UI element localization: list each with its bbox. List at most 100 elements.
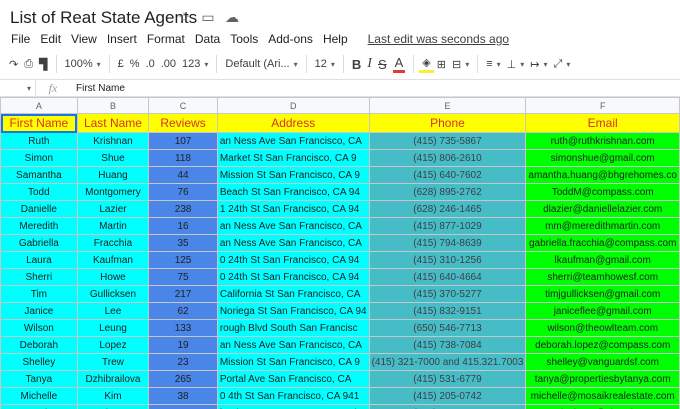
cell-last-name[interactable]: Martin [76,217,150,235]
cell-reviews[interactable]: 35 [148,234,218,252]
cell-email[interactable]: lkaufman@gmail.com [525,251,680,269]
column-header-e[interactable]: E [368,97,527,114]
cell-phone[interactable]: (415) 640-7602 [368,166,527,184]
cell-last-name[interactable]: Howe [76,268,150,286]
cell-reviews[interactable]: 76 [148,183,218,201]
cell-phone[interactable]: (415) 531-6779 [368,370,527,388]
cell-first-name[interactable]: Simon [0,149,78,167]
cell-first-name[interactable]: Todd [0,183,78,201]
cell-reviews[interactable]: 125 [148,251,218,269]
fill-color-icon[interactable]: ◈ [419,56,434,73]
cell-last-name[interactable]: Kim [76,387,150,405]
cell-reviews[interactable]: 107 [148,132,218,150]
cell-address[interactable]: Noriega St San Francisco, CA 94 [216,302,370,320]
cell-phone[interactable]: (415) 806-2610 [368,149,527,167]
cell-phone[interactable]: (415) 640-4664 [368,268,527,286]
column-header-f[interactable]: F [525,97,680,114]
menu-data[interactable]: Data [190,32,225,46]
cell-address[interactable]: an Ness Ave San Francisco, CA [216,217,370,235]
cell-first-name[interactable]: Mark [0,404,78,409]
cell-address[interactable]: Mission St San Francisco, CA 9 [216,353,370,371]
font-select[interactable]: Default (Ari... [222,54,300,74]
cell-phone[interactable]: (628) 895-2762 [368,183,527,201]
cell-reviews[interactable]: 133 [148,319,218,337]
cell-first-name[interactable]: Tanya [0,370,78,388]
cell-phone[interactable]: (415) 794-8639 [368,234,527,252]
cell-email[interactable]: deborah.lopez@compass.com [525,336,680,354]
percent-button[interactable]: % [127,54,143,74]
cell-reviews[interactable]: 38 [148,387,218,405]
cell-email[interactable]: tanya@propertiesbytanya.com [525,370,680,388]
header-cell-first-name[interactable]: First Name [0,113,78,133]
cell-address[interactable]: rough Blvd South San Francisc [216,319,370,337]
cell-address[interactable]: 0 24th St San Francisco, CA 94 [216,251,370,269]
align-horizontal-icon[interactable]: ≡ [483,54,503,74]
cell-email[interactable]: shelley@vanguardsf.com [525,353,680,371]
cell-first-name[interactable]: Tim [0,285,78,303]
italic-button[interactable]: I [364,54,375,74]
cell-last-name[interactable]: Lopez [76,336,150,354]
cell-reviews[interactable]: 265 [148,370,218,388]
cell-email[interactable]: michelle@mosaikrealestate.com [525,387,680,405]
menu-insert[interactable]: Insert [102,32,142,46]
font-size-select[interactable]: 12 [312,54,338,74]
print-icon[interactable]: ⎙ [21,54,36,74]
cell-first-name[interactable]: Ruth [0,132,78,150]
cell-phone[interactable]: (650) 546-7713 [368,319,527,337]
header-cell-email[interactable]: Email [525,113,680,133]
menu-edit[interactable]: Edit [35,32,66,46]
menu-view[interactable]: View [66,32,102,46]
cell-last-name[interactable]: Kaufman [76,251,150,269]
cell-address[interactable]: California St San Francisco, CA [216,285,370,303]
cell-email[interactable]: wilson@theowlteam.com [525,319,680,337]
cell-last-name[interactable]: Leung [76,319,150,337]
cell-email[interactable]: sherri@teamhowesf.com [525,268,680,286]
cell-email[interactable]: mark.choey@cbrealty.com [525,404,680,409]
cell-phone[interactable]: (415) 735-5867 [368,132,527,150]
menu-tools[interactable]: Tools [225,32,263,46]
cell-address[interactable]: an Ness Ave San Francisco, CA [216,234,370,252]
cell-email[interactable]: ToddM@compass.com [525,183,680,201]
cell-first-name[interactable]: Meredith [0,217,78,235]
cell-phone[interactable]: (415) 321-7000 and 415.321.7003 [368,353,527,371]
column-header-c[interactable]: C [148,97,218,114]
cell-email[interactable]: timjgullicksen@gmail.com [525,285,680,303]
cell-first-name[interactable]: Samantha [0,166,78,184]
cell-phone[interactable]: (415) 370-5277 [368,285,527,303]
cell-email[interactable]: mm@meredithmartin.com [525,217,680,235]
cell-last-name[interactable]: Fracchia [76,234,150,252]
cell-reviews[interactable]: 19 [148,336,218,354]
cell-phone[interactable]: (415) 310-1256 [368,251,527,269]
cell-last-name[interactable]: Huang [76,166,150,184]
cell-phone[interactable]: (415) 738-7084 [368,336,527,354]
cell-reviews[interactable]: 75 [148,268,218,286]
cell-address[interactable]: an Ness Ave San Francisco, CA [216,132,370,150]
cell-last-name[interactable]: Lazier [76,200,150,218]
cell-phone[interactable]: (415) 832-9151 [368,302,527,320]
column-header-d[interactable]: D [216,97,370,114]
cell-first-name[interactable]: Wilson [0,319,78,337]
cell-last-name[interactable]: Gullicksen [76,285,150,303]
cell-phone[interactable]: (415) 877-1029 [368,217,527,235]
align-vertical-icon[interactable]: ⊥ [504,54,528,74]
cell-address[interactable]: 1 24th St San Francisco, CA 94 [216,200,370,218]
cell-first-name[interactable]: Danielle [0,200,78,218]
column-header-b[interactable]: B [76,97,150,114]
cell-first-name[interactable]: Shelley [0,353,78,371]
cell-phone[interactable]: (415) 205-0742 [368,387,527,405]
cell-email[interactable]: gabriella.fracchia@compass.com [525,234,680,252]
cell-first-name[interactable]: Michelle [0,387,78,405]
star-icon[interactable]: ☆ [176,9,192,25]
merge-cells-icon[interactable]: ⊟ [449,54,472,74]
paint-format-icon[interactable]: ▜ [36,54,50,74]
cell-last-name[interactable]: Krishnan [76,132,150,150]
cell-address[interactable]: Mission St San Francisco, CA 9 [216,166,370,184]
redo-icon[interactable]: ↷ [6,54,21,74]
text-color-button[interactable]: A [392,55,406,73]
cell-last-name[interactable]: Dzhibrailova [76,370,150,388]
cell-reviews[interactable]: 44 [148,166,218,184]
cell-first-name[interactable]: Janice [0,302,78,320]
cell-reviews[interactable]: 16 [148,217,218,235]
zoom-select[interactable]: 100% [62,54,104,74]
cell-email[interactable]: ruth@ruthkrishnan.com [525,132,680,150]
